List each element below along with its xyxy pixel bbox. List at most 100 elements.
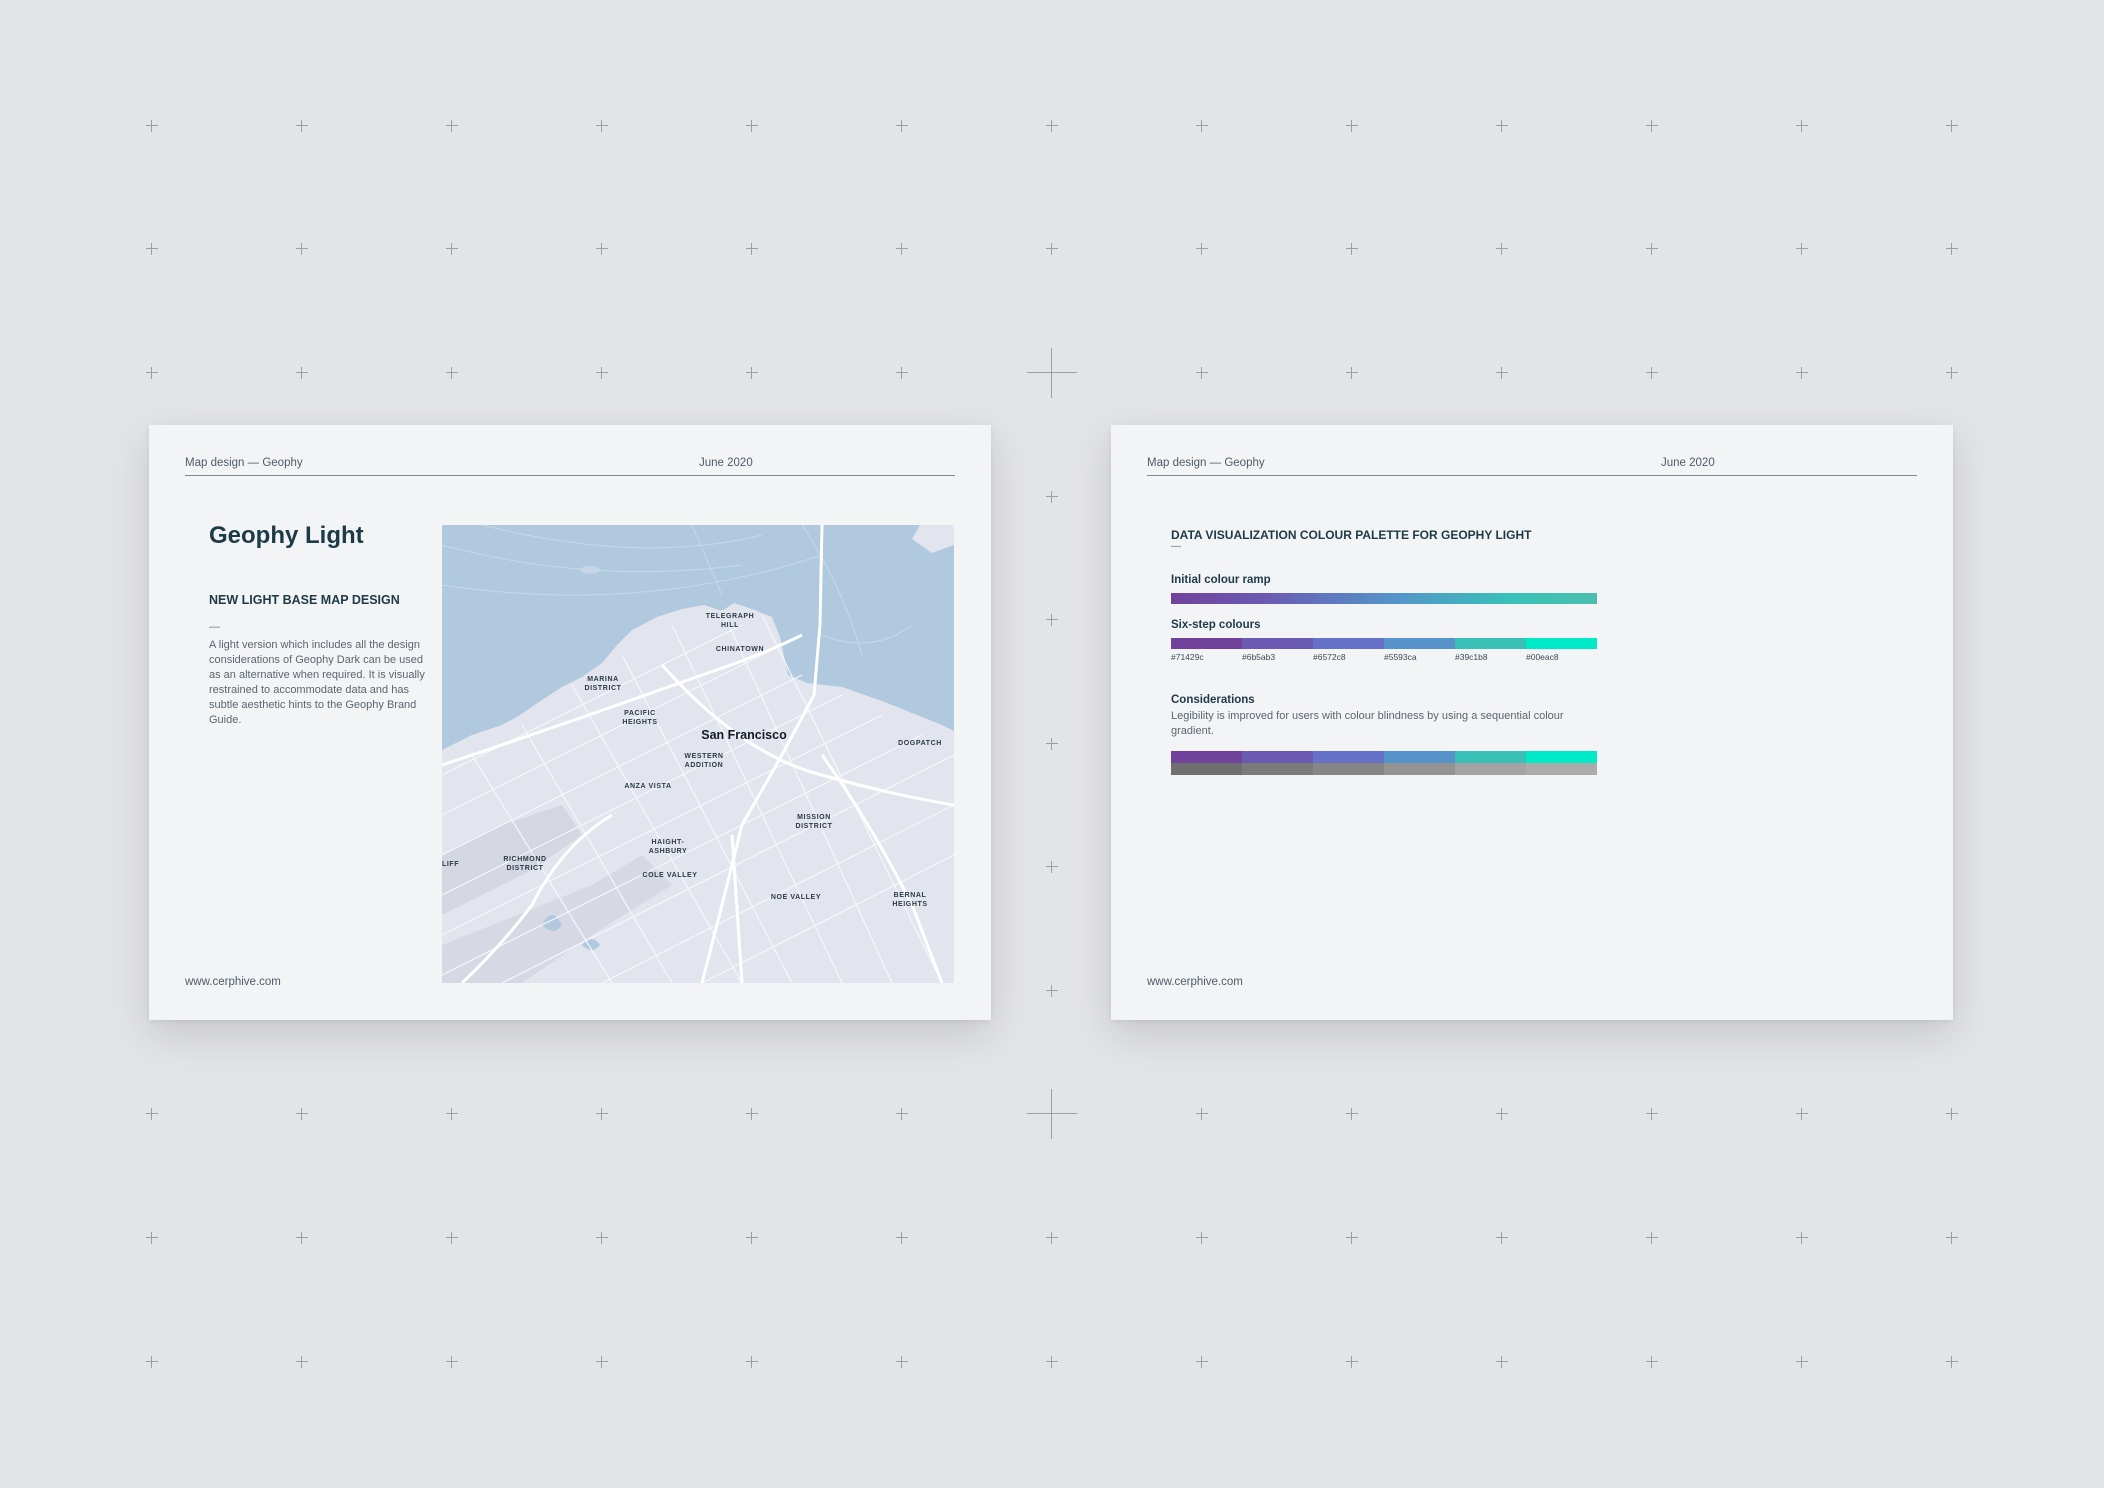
left-page: Map design — Geophy June 2020 Geophy Lig… xyxy=(149,425,991,1020)
crosshair-mark xyxy=(1796,1108,1808,1120)
crosshair-mark xyxy=(146,120,158,132)
crosshair-mark xyxy=(746,1356,758,1368)
right-page: Map design — Geophy June 2020 DATA VISUA… xyxy=(1111,425,1953,1020)
comparison-gray-cell xyxy=(1455,763,1526,775)
map-label-marina: MARINA xyxy=(587,676,619,683)
crosshair-mark xyxy=(1046,120,1058,132)
crosshair-mark xyxy=(296,120,308,132)
map-label-mission-2: DISTRICT xyxy=(795,823,832,830)
crosshair-mark xyxy=(446,1356,458,1368)
crosshair-mark xyxy=(596,243,608,255)
footer-url[interactable]: www.cerphive.com xyxy=(185,976,281,988)
crosshair-mark xyxy=(896,1356,908,1368)
comparison-gray-cell xyxy=(1384,763,1455,775)
six-step-swatches xyxy=(1171,638,1597,649)
crosshair-mark xyxy=(1046,861,1058,873)
map-label-haight-2: ASHBURY xyxy=(649,848,688,855)
ramp-label: Initial colour ramp xyxy=(1171,574,1271,586)
hex-label: #71429c xyxy=(1171,652,1204,662)
crosshair-mark xyxy=(1027,348,1077,398)
crosshair-mark xyxy=(1946,1108,1958,1120)
crosshair-mark xyxy=(146,1356,158,1368)
crosshair-mark xyxy=(146,243,158,255)
crosshair-mark xyxy=(1196,367,1208,379)
crosshair-mark xyxy=(1796,120,1808,132)
crosshair-mark xyxy=(1046,491,1058,503)
crosshair-mark xyxy=(1946,1356,1958,1368)
crosshair-mark xyxy=(596,1356,608,1368)
map-label-telegraph-hill-2: HILL xyxy=(721,622,739,629)
crosshair-mark xyxy=(1046,614,1058,626)
map-label-bernal-2: HEIGHTS xyxy=(892,901,927,908)
crosshair-mark xyxy=(596,1108,608,1120)
crosshair-mark xyxy=(1796,243,1808,255)
map-label-western-addition-2: ADDITION xyxy=(685,762,724,769)
initial-colour-ramp xyxy=(1171,593,1597,604)
comparison-gray-cell xyxy=(1526,763,1597,775)
hex-label: #6572c8 xyxy=(1313,652,1346,662)
hex-codes: #71429c #6b5ab3 #6572c8 #5593ca #39c1b8 … xyxy=(1171,652,1597,662)
crosshair-mark xyxy=(896,1232,908,1244)
dash-divider: — xyxy=(1171,541,1181,552)
header-date: June 2020 xyxy=(699,457,753,469)
page-title: Geophy Light xyxy=(209,522,364,549)
crosshair-mark xyxy=(896,1108,908,1120)
crosshair-mark xyxy=(446,120,458,132)
map-label-marina-2: DISTRICT xyxy=(584,685,621,692)
map-label-richmond: RICHMOND xyxy=(503,856,546,863)
comparison-gray-cell xyxy=(1171,763,1242,775)
map-label-bernal: BERNAL xyxy=(894,892,927,899)
crosshair-mark xyxy=(1346,243,1358,255)
crosshair-mark xyxy=(1646,367,1658,379)
crosshair-mark xyxy=(1496,1356,1508,1368)
map-label-anza-vista: ANZA VISTA xyxy=(624,783,671,790)
crosshair-mark xyxy=(1346,1356,1358,1368)
colourblind-comparison xyxy=(1171,751,1597,775)
palette-title: DATA VISUALIZATION COLOUR PALETTE FOR GE… xyxy=(1171,528,1532,542)
map-label-western-addition: WESTERN xyxy=(684,753,723,760)
crosshair-mark xyxy=(1496,120,1508,132)
crosshair-mark xyxy=(896,367,908,379)
crosshair-mark xyxy=(1646,1356,1658,1368)
comparison-colour-cell xyxy=(1171,751,1242,763)
map-label-cliff: LIFF xyxy=(442,861,459,868)
crosshair-mark xyxy=(596,1232,608,1244)
crosshair-mark xyxy=(1946,120,1958,132)
crosshair-mark xyxy=(596,120,608,132)
crosshair-mark xyxy=(1027,1089,1077,1139)
considerations-label: Considerations xyxy=(1171,694,1255,706)
san-francisco-map: TELEGRAPH HILL CHINATOWN MARINA DISTRICT… xyxy=(442,525,954,983)
crosshair-mark xyxy=(1346,120,1358,132)
crosshair-mark xyxy=(296,1232,308,1244)
crosshair-mark xyxy=(1646,1232,1658,1244)
swatch-6 xyxy=(1526,638,1597,649)
crosshair-mark xyxy=(596,367,608,379)
comparison-colour-cell xyxy=(1242,751,1313,763)
crosshair-mark xyxy=(746,367,758,379)
crosshair-mark xyxy=(296,367,308,379)
six-step-label: Six-step colours xyxy=(1171,619,1261,631)
dash-divider: — xyxy=(209,621,220,633)
crosshair-mark xyxy=(746,120,758,132)
crosshair-mark xyxy=(1946,243,1958,255)
crosshair-mark xyxy=(446,243,458,255)
page-header: Map design — Geophy June 2020 xyxy=(1147,453,1917,476)
crosshair-mark xyxy=(1496,243,1508,255)
crosshair-mark xyxy=(296,1108,308,1120)
comparison-colour-cell xyxy=(1455,751,1526,763)
map-label-telegraph-hill: TELEGRAPH xyxy=(706,613,755,620)
map-label-haight: HAIGHT- xyxy=(652,839,685,846)
swatch-2 xyxy=(1242,638,1313,649)
crosshair-mark xyxy=(1496,367,1508,379)
map-label-chinatown: CHINATOWN xyxy=(716,646,764,653)
crosshair-mark xyxy=(296,243,308,255)
considerations-text: Legibility is improved for users with co… xyxy=(1171,710,1564,737)
swatch-1 xyxy=(1171,638,1242,649)
footer-url[interactable]: www.cerphive.com xyxy=(1147,976,1243,988)
map-label-city: San Francisco xyxy=(701,728,787,742)
swatch-5 xyxy=(1455,638,1526,649)
crosshair-mark xyxy=(1646,1108,1658,1120)
comparison-colour-cell xyxy=(1384,751,1455,763)
comparison-colour-cell xyxy=(1313,751,1384,763)
crosshair-mark xyxy=(1496,1108,1508,1120)
